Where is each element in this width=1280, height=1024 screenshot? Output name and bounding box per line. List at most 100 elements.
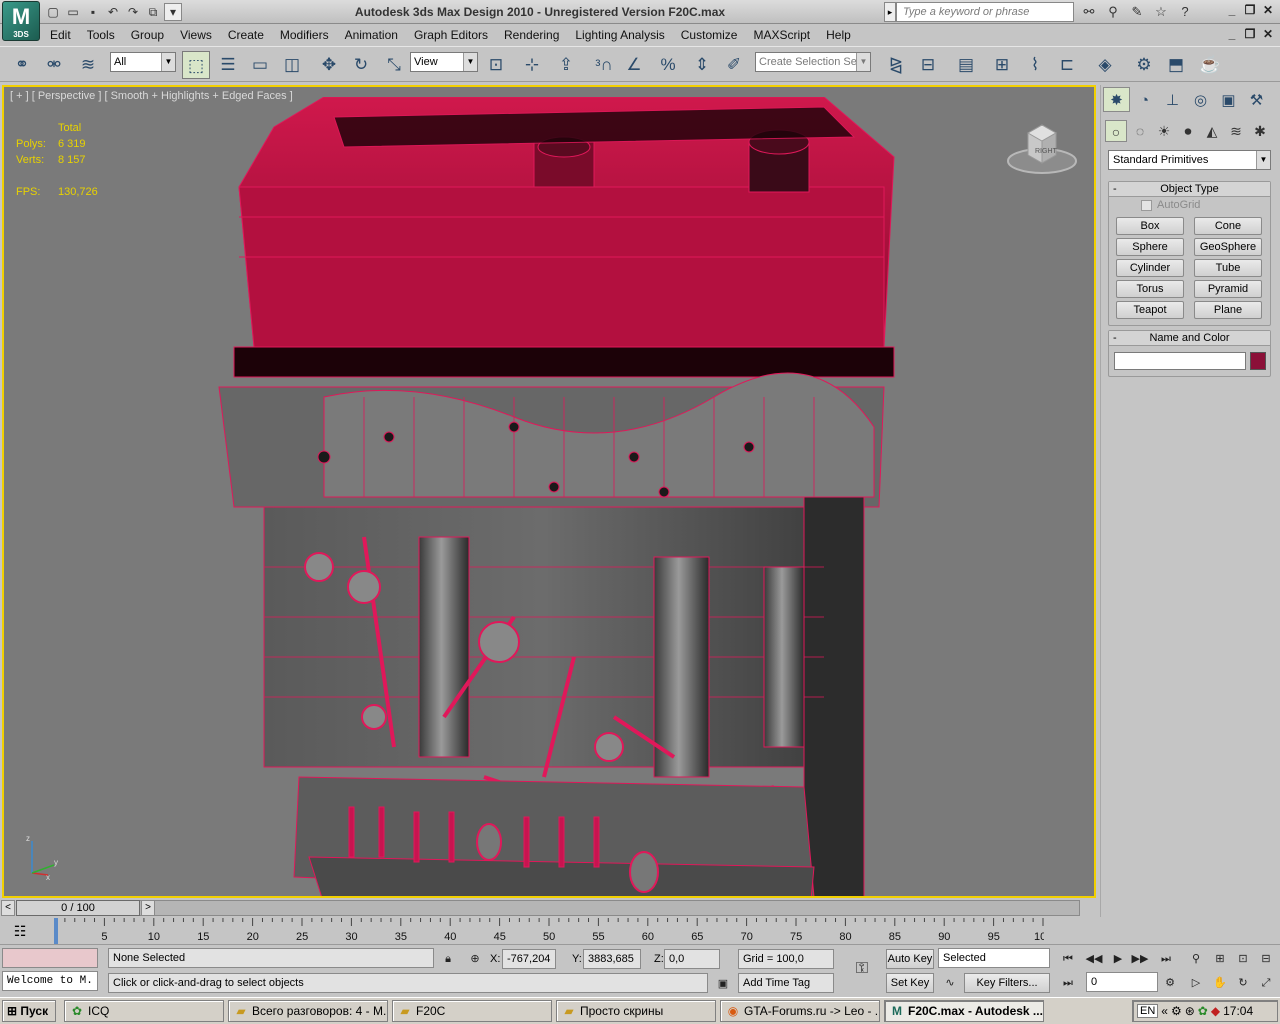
- object-type-header[interactable]: - Object Type: [1109, 182, 1270, 197]
- key-mode-select[interactable]: Selected: [938, 948, 1050, 968]
- primitive-category-select[interactable]: Standard Primitives ▼: [1108, 150, 1271, 170]
- edit-named-selection-icon[interactable]: ✐: [720, 51, 748, 79]
- project-folder-icon[interactable]: ⧉: [144, 3, 162, 21]
- menu-rendering[interactable]: Rendering: [496, 25, 567, 45]
- cone-button[interactable]: Cone: [1194, 217, 1262, 235]
- cylinder-button[interactable]: Cylinder: [1116, 259, 1184, 277]
- display-panel-icon[interactable]: ▣: [1215, 87, 1242, 112]
- named-selection-input[interactable]: Create Selection Se ▼: [755, 52, 871, 72]
- select-object-icon[interactable]: ⬚: [182, 51, 210, 79]
- zoom-extents-icon[interactable]: ⊡: [1233, 949, 1253, 969]
- angle-snap-icon[interactable]: ∠: [620, 51, 648, 79]
- next-frame-icon[interactable]: ▶▶: [1130, 949, 1150, 969]
- sphere-button[interactable]: Sphere: [1116, 238, 1184, 256]
- save-icon[interactable]: ▪: [84, 3, 102, 21]
- align-icon[interactable]: ⊟: [914, 51, 942, 79]
- prev-frame-arrow-icon[interactable]: <: [1, 900, 15, 916]
- lights-icon[interactable]: ☀: [1153, 120, 1175, 142]
- create-panel-icon[interactable]: ✸: [1103, 87, 1130, 112]
- select-manipulate-icon[interactable]: ⊹: [518, 51, 546, 79]
- search-input[interactable]: Type a keyword or phrase: [896, 2, 1074, 22]
- graphite-ribbon-icon[interactable]: ⊞: [988, 51, 1016, 79]
- menu-lighting-analysis[interactable]: Lighting Analysis: [567, 25, 672, 45]
- render-setup-icon[interactable]: ⚙: [1130, 51, 1158, 79]
- language-indicator[interactable]: EN: [1137, 1004, 1159, 1018]
- time-slider-track[interactable]: [16, 900, 1080, 916]
- menu-create[interactable]: Create: [220, 25, 272, 45]
- undo-icon[interactable]: ↶: [104, 3, 122, 21]
- start-button[interactable]: ⊞ Пуск: [2, 1000, 56, 1022]
- icq-tray-icon[interactable]: ✿: [1198, 1004, 1208, 1018]
- default-tangent-icon[interactable]: ∿: [940, 973, 960, 993]
- app-menu-button[interactable]: M 3DS: [2, 1, 40, 41]
- menu-modifiers[interactable]: Modifiers: [272, 25, 337, 45]
- perspective-viewport[interactable]: [ + ] [ Perspective ] [ Smooth + Highlig…: [2, 85, 1096, 898]
- engine-model[interactable]: [214, 97, 914, 897]
- add-time-tag-field[interactable]: Add Time Tag: [738, 973, 834, 993]
- pivot-center-icon[interactable]: ⊡: [482, 51, 510, 79]
- set-keys-key-icon[interactable]: ⚿: [848, 959, 876, 979]
- go-to-end-icon[interactable]: ⏭: [1156, 949, 1176, 969]
- scale-icon[interactable]: ⤡: [380, 51, 408, 79]
- help-icon[interactable]: ?: [1174, 2, 1196, 22]
- taskbar-item-3dsmax[interactable]: M F20C.max - Autodesk ...: [884, 1000, 1044, 1022]
- shapes-icon[interactable]: ◌: [1129, 120, 1151, 142]
- selection-filter-select[interactable]: All ▼: [110, 52, 176, 72]
- menu-group[interactable]: Group: [123, 25, 172, 45]
- spinner-snap-icon[interactable]: ⇕: [688, 51, 716, 79]
- object-name-input[interactable]: [1114, 352, 1246, 370]
- frame-ruler[interactable]: 0510152025303540455055606570758085909510…: [54, 918, 1044, 944]
- pyramid-button[interactable]: Pyramid: [1194, 280, 1262, 298]
- layer-manager-icon[interactable]: ▤: [952, 51, 980, 79]
- orbit-icon[interactable]: ↻: [1233, 973, 1253, 993]
- plane-button[interactable]: Plane: [1194, 301, 1262, 319]
- object-color-swatch[interactable]: [1250, 352, 1266, 370]
- close-icon[interactable]: ✕: [1260, 3, 1276, 19]
- absolute-mode-icon[interactable]: ⊕: [465, 949, 485, 969]
- time-slider-thumb[interactable]: 0 / 100: [16, 900, 140, 916]
- mini-curve-editor-icon[interactable]: ☷: [8, 920, 32, 942]
- helpers-icon[interactable]: ◭: [1201, 120, 1223, 142]
- binoculars-icon[interactable]: ⚯: [1078, 2, 1100, 22]
- pan-view-icon[interactable]: ✋: [1210, 973, 1230, 993]
- x-coordinate-field[interactable]: -767,204: [502, 949, 556, 969]
- field-of-view-icon[interactable]: ▷: [1186, 973, 1206, 993]
- doc-close-icon[interactable]: ✕: [1260, 27, 1276, 43]
- hierarchy-panel-icon[interactable]: ⊥: [1159, 87, 1186, 112]
- snaps-toggle-icon[interactable]: ᵌ∩: [590, 51, 618, 79]
- geosphere-button[interactable]: GeoSphere: [1194, 238, 1262, 256]
- go-to-start-icon[interactable]: ⏮: [1058, 949, 1078, 969]
- app-tray-icon[interactable]: ◆: [1211, 1004, 1220, 1018]
- doc-minimize-icon[interactable]: _: [1224, 27, 1240, 43]
- move-icon[interactable]: ✥: [315, 51, 343, 79]
- menu-tools[interactable]: Tools: [79, 25, 123, 45]
- link-icon[interactable]: ⚭: [8, 51, 36, 79]
- maxscript-listener-input[interactable]: Welcome to M.: [2, 971, 98, 991]
- taskbar-item-screenshots-folder[interactable]: ▰ Просто скрины: [556, 1000, 716, 1022]
- menu-animation[interactable]: Animation: [337, 25, 406, 45]
- systems-icon[interactable]: ✱: [1249, 120, 1271, 142]
- space-warps-icon[interactable]: ≋: [1225, 120, 1247, 142]
- motion-panel-icon[interactable]: ◎: [1187, 87, 1214, 112]
- restore-icon[interactable]: ❐: [1242, 3, 1258, 19]
- doc-restore-icon[interactable]: ❐: [1242, 27, 1258, 43]
- taskbar-item-icq[interactable]: ✿ ICQ: [64, 1000, 224, 1022]
- material-editor-icon[interactable]: ◈: [1091, 51, 1119, 79]
- curve-editor-icon[interactable]: ⌇: [1021, 51, 1049, 79]
- tray-expand-icon[interactable]: «: [1161, 1004, 1168, 1018]
- rectangular-selection-icon[interactable]: ▭: [246, 51, 274, 79]
- current-frame-field[interactable]: 0: [1086, 972, 1158, 992]
- auto-key-button[interactable]: Auto Key: [886, 949, 934, 969]
- track-bar[interactable]: ☷ 05101520253035404550556065707580859095…: [0, 918, 1098, 944]
- subscription-icon[interactable]: ⚲: [1102, 2, 1124, 22]
- maxscript-mini-listener-top[interactable]: [2, 948, 98, 968]
- taskbar-item-firefox[interactable]: ◉ GTA-Forums.ru -> Leo - ...: [720, 1000, 880, 1022]
- menu-help[interactable]: Help: [818, 25, 859, 45]
- autogrid-checkbox[interactable]: [1141, 200, 1152, 211]
- menu-edit[interactable]: Edit: [42, 25, 79, 45]
- open-file-icon[interactable]: ▭: [64, 3, 82, 21]
- zoom-extents-all-icon[interactable]: ⊟: [1256, 949, 1276, 969]
- menu-graph-editors[interactable]: Graph Editors: [406, 25, 496, 45]
- box-button[interactable]: Box: [1116, 217, 1184, 235]
- percent-snap-icon[interactable]: %: [654, 51, 682, 79]
